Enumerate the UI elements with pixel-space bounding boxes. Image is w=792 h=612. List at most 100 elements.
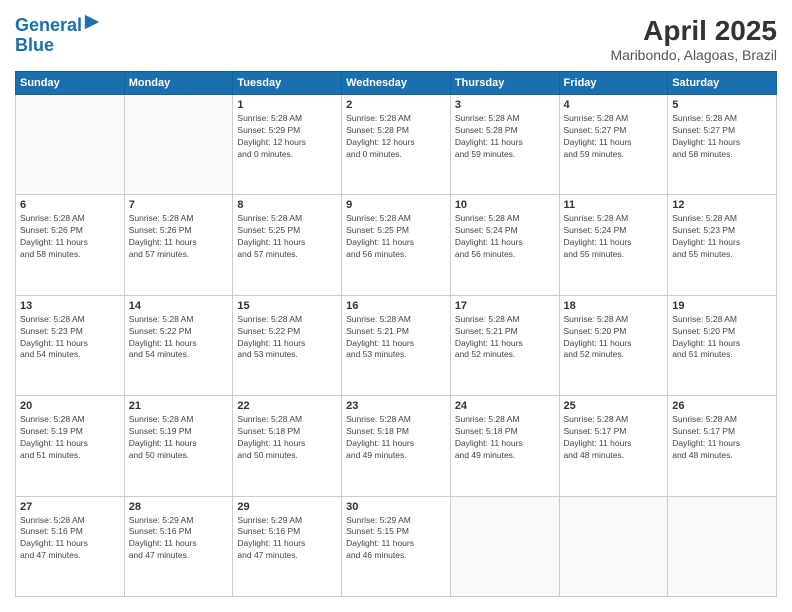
calendar-cell: 7Sunrise: 5:28 AM Sunset: 5:26 PM Daylig… [124, 195, 233, 295]
calendar-cell: 18Sunrise: 5:28 AM Sunset: 5:20 PM Dayli… [559, 295, 668, 395]
logo-text: General Blue [15, 15, 101, 56]
calendar-cell: 27 Sunrise: 5:28 AM Sunset: 5:16 PM Dayli… [16, 496, 125, 596]
day-number: 28 [129, 501, 229, 513]
calendar-week-4: 20 Sunrise: 5:28 AM Sunset: 5:19 PM Dayli… [16, 396, 777, 496]
day-detail: Sunrise: 5:28 AM Sunset: 5:27 PM Dayligh… [672, 113, 772, 161]
day-number: 2 [346, 99, 446, 111]
day-number: 26 [672, 400, 772, 412]
day-number: 11 [564, 199, 664, 211]
day-detail: Sunrise: 5:28 AM Sunset: 5:24 PM Dayligh… [564, 213, 664, 261]
calendar-cell: 16 Sunrise: 5:28 AM Sunset: 5:21 PM Dayli… [342, 295, 451, 395]
calendar-cell: 8 Sunrise: 5:28 AM Sunset: 5:25 PM Daylig… [233, 195, 342, 295]
day-number: 23 [346, 400, 446, 412]
logo-icon [83, 13, 101, 31]
day-detail: Sunrise: 5:28 AM Sunset: 5:28 PM Dayligh… [455, 113, 555, 161]
day-number: 4 [564, 99, 664, 111]
day-detail: Sunrise: 5:28 AM Sunset: 5:21 PM Dayligh… [455, 314, 555, 362]
day-detail: Sunrise: 5:28 AM Sunset: 5:28 PM Dayligh… [346, 113, 446, 161]
day-detail: Sunrise: 5:29 AM Sunset: 5:15 PM Dayligh… [346, 515, 446, 563]
day-number: 29 [237, 501, 337, 513]
day-detail: Sunrise: 5:28 AM Sunset: 5:17 PM Dayligh… [564, 414, 664, 462]
calendar-cell [124, 95, 233, 195]
day-detail: Sunrise: 5:28 AM Sunset: 5:27 PM Dayligh… [564, 113, 664, 161]
day-number: 9 [346, 199, 446, 211]
col-header-friday: Friday [559, 72, 668, 95]
calendar-week-5: 27 Sunrise: 5:28 AM Sunset: 5:16 PM Dayli… [16, 496, 777, 596]
header: General Blue April 2025 Maribondo, Alago… [15, 15, 777, 63]
calendar-cell: 3Sunrise: 5:28 AM Sunset: 5:28 PM Daylig… [450, 95, 559, 195]
calendar-cell: 10 Sunrise: 5:28 AM Sunset: 5:24 PM Dayli… [450, 195, 559, 295]
day-detail: Sunrise: 5:28 AM Sunset: 5:26 PM Dayligh… [20, 213, 120, 261]
day-number: 7 [129, 199, 229, 211]
calendar-cell: 28 Sunrise: 5:29 AM Sunset: 5:16 PM Dayli… [124, 496, 233, 596]
calendar-cell: 29 Sunrise: 5:29 AM Sunset: 5:16 PM Dayli… [233, 496, 342, 596]
logo-general: General [15, 15, 82, 35]
day-number: 25 [564, 400, 664, 412]
calendar-cell [16, 95, 125, 195]
day-detail: Sunrise: 5:28 AM Sunset: 5:24 PM Dayligh… [455, 213, 555, 261]
calendar-week-1: 1 Sunrise: 5:28 AM Sunset: 5:29 PM Daylig… [16, 95, 777, 195]
day-number: 12 [672, 199, 772, 211]
calendar-cell: 12 Sunrise: 5:28 AM Sunset: 5:23 PM Dayli… [668, 195, 777, 295]
header-row: SundayMondayTuesdayWednesdayThursdayFrid… [16, 72, 777, 95]
day-detail: Sunrise: 5:28 AM Sunset: 5:23 PM Dayligh… [20, 314, 120, 362]
day-number: 8 [237, 199, 337, 211]
day-number: 19 [672, 300, 772, 312]
day-number: 20 [20, 400, 120, 412]
day-number: 5 [672, 99, 772, 111]
page: General Blue April 2025 Maribondo, Alago… [0, 0, 792, 612]
calendar-cell: 5 Sunrise: 5:28 AM Sunset: 5:27 PM Daylig… [668, 95, 777, 195]
calendar-body: 1 Sunrise: 5:28 AM Sunset: 5:29 PM Daylig… [16, 95, 777, 597]
calendar-week-2: 6Sunrise: 5:28 AM Sunset: 5:26 PM Daylig… [16, 195, 777, 295]
calendar-cell: 9 Sunrise: 5:28 AM Sunset: 5:25 PM Daylig… [342, 195, 451, 295]
day-detail: Sunrise: 5:28 AM Sunset: 5:25 PM Dayligh… [237, 213, 337, 261]
day-detail: Sunrise: 5:28 AM Sunset: 5:16 PM Dayligh… [20, 515, 120, 563]
day-number: 27 [20, 501, 120, 513]
day-detail: Sunrise: 5:28 AM Sunset: 5:29 PM Dayligh… [237, 113, 337, 161]
calendar-cell: 23 Sunrise: 5:28 AM Sunset: 5:18 PM Dayli… [342, 396, 451, 496]
day-detail: Sunrise: 5:29 AM Sunset: 5:16 PM Dayligh… [129, 515, 229, 563]
day-detail: Sunrise: 5:28 AM Sunset: 5:21 PM Dayligh… [346, 314, 446, 362]
day-detail: Sunrise: 5:28 AM Sunset: 5:23 PM Dayligh… [672, 213, 772, 261]
day-number: 1 [237, 99, 337, 111]
day-detail: Sunrise: 5:28 AM Sunset: 5:18 PM Dayligh… [346, 414, 446, 462]
calendar-cell: 24Sunrise: 5:28 AM Sunset: 5:18 PM Dayli… [450, 396, 559, 496]
calendar-cell: 26 Sunrise: 5:28 AM Sunset: 5:17 PM Dayli… [668, 396, 777, 496]
day-number: 16 [346, 300, 446, 312]
col-header-sunday: Sunday [16, 72, 125, 95]
col-header-monday: Monday [124, 72, 233, 95]
calendar-cell: 1 Sunrise: 5:28 AM Sunset: 5:29 PM Daylig… [233, 95, 342, 195]
calendar-cell: 11 Sunrise: 5:28 AM Sunset: 5:24 PM Dayli… [559, 195, 668, 295]
calendar-cell [450, 496, 559, 596]
logo-blue: Blue [15, 35, 54, 55]
day-number: 17 [455, 300, 555, 312]
calendar-week-3: 13Sunrise: 5:28 AM Sunset: 5:23 PM Dayli… [16, 295, 777, 395]
calendar-cell: 19 Sunrise: 5:28 AM Sunset: 5:20 PM Dayli… [668, 295, 777, 395]
day-number: 14 [129, 300, 229, 312]
day-number: 22 [237, 400, 337, 412]
day-detail: Sunrise: 5:28 AM Sunset: 5:17 PM Dayligh… [672, 414, 772, 462]
day-detail: Sunrise: 5:28 AM Sunset: 5:20 PM Dayligh… [672, 314, 772, 362]
day-detail: Sunrise: 5:29 AM Sunset: 5:16 PM Dayligh… [237, 515, 337, 563]
day-detail: Sunrise: 5:28 AM Sunset: 5:22 PM Dayligh… [237, 314, 337, 362]
day-number: 18 [564, 300, 664, 312]
calendar-cell: 30Sunrise: 5:29 AM Sunset: 5:15 PM Dayli… [342, 496, 451, 596]
col-header-thursday: Thursday [450, 72, 559, 95]
day-number: 21 [129, 400, 229, 412]
day-number: 10 [455, 199, 555, 211]
page-subtitle: Maribondo, Alagoas, Brazil [610, 47, 777, 63]
col-header-tuesday: Tuesday [233, 72, 342, 95]
day-number: 24 [455, 400, 555, 412]
day-detail: Sunrise: 5:28 AM Sunset: 5:19 PM Dayligh… [129, 414, 229, 462]
logo: General Blue [15, 15, 101, 56]
day-detail: Sunrise: 5:28 AM Sunset: 5:18 PM Dayligh… [237, 414, 337, 462]
calendar-cell: 21 Sunrise: 5:28 AM Sunset: 5:19 PM Dayli… [124, 396, 233, 496]
day-detail: Sunrise: 5:28 AM Sunset: 5:25 PM Dayligh… [346, 213, 446, 261]
calendar-cell: 13Sunrise: 5:28 AM Sunset: 5:23 PM Dayli… [16, 295, 125, 395]
day-detail: Sunrise: 5:28 AM Sunset: 5:19 PM Dayligh… [20, 414, 120, 462]
calendar-cell: 2 Sunrise: 5:28 AM Sunset: 5:28 PM Daylig… [342, 95, 451, 195]
title-block: April 2025 Maribondo, Alagoas, Brazil [610, 15, 777, 63]
calendar-cell: 20 Sunrise: 5:28 AM Sunset: 5:19 PM Dayli… [16, 396, 125, 496]
calendar-cell [559, 496, 668, 596]
calendar-cell: 15Sunrise: 5:28 AM Sunset: 5:22 PM Dayli… [233, 295, 342, 395]
